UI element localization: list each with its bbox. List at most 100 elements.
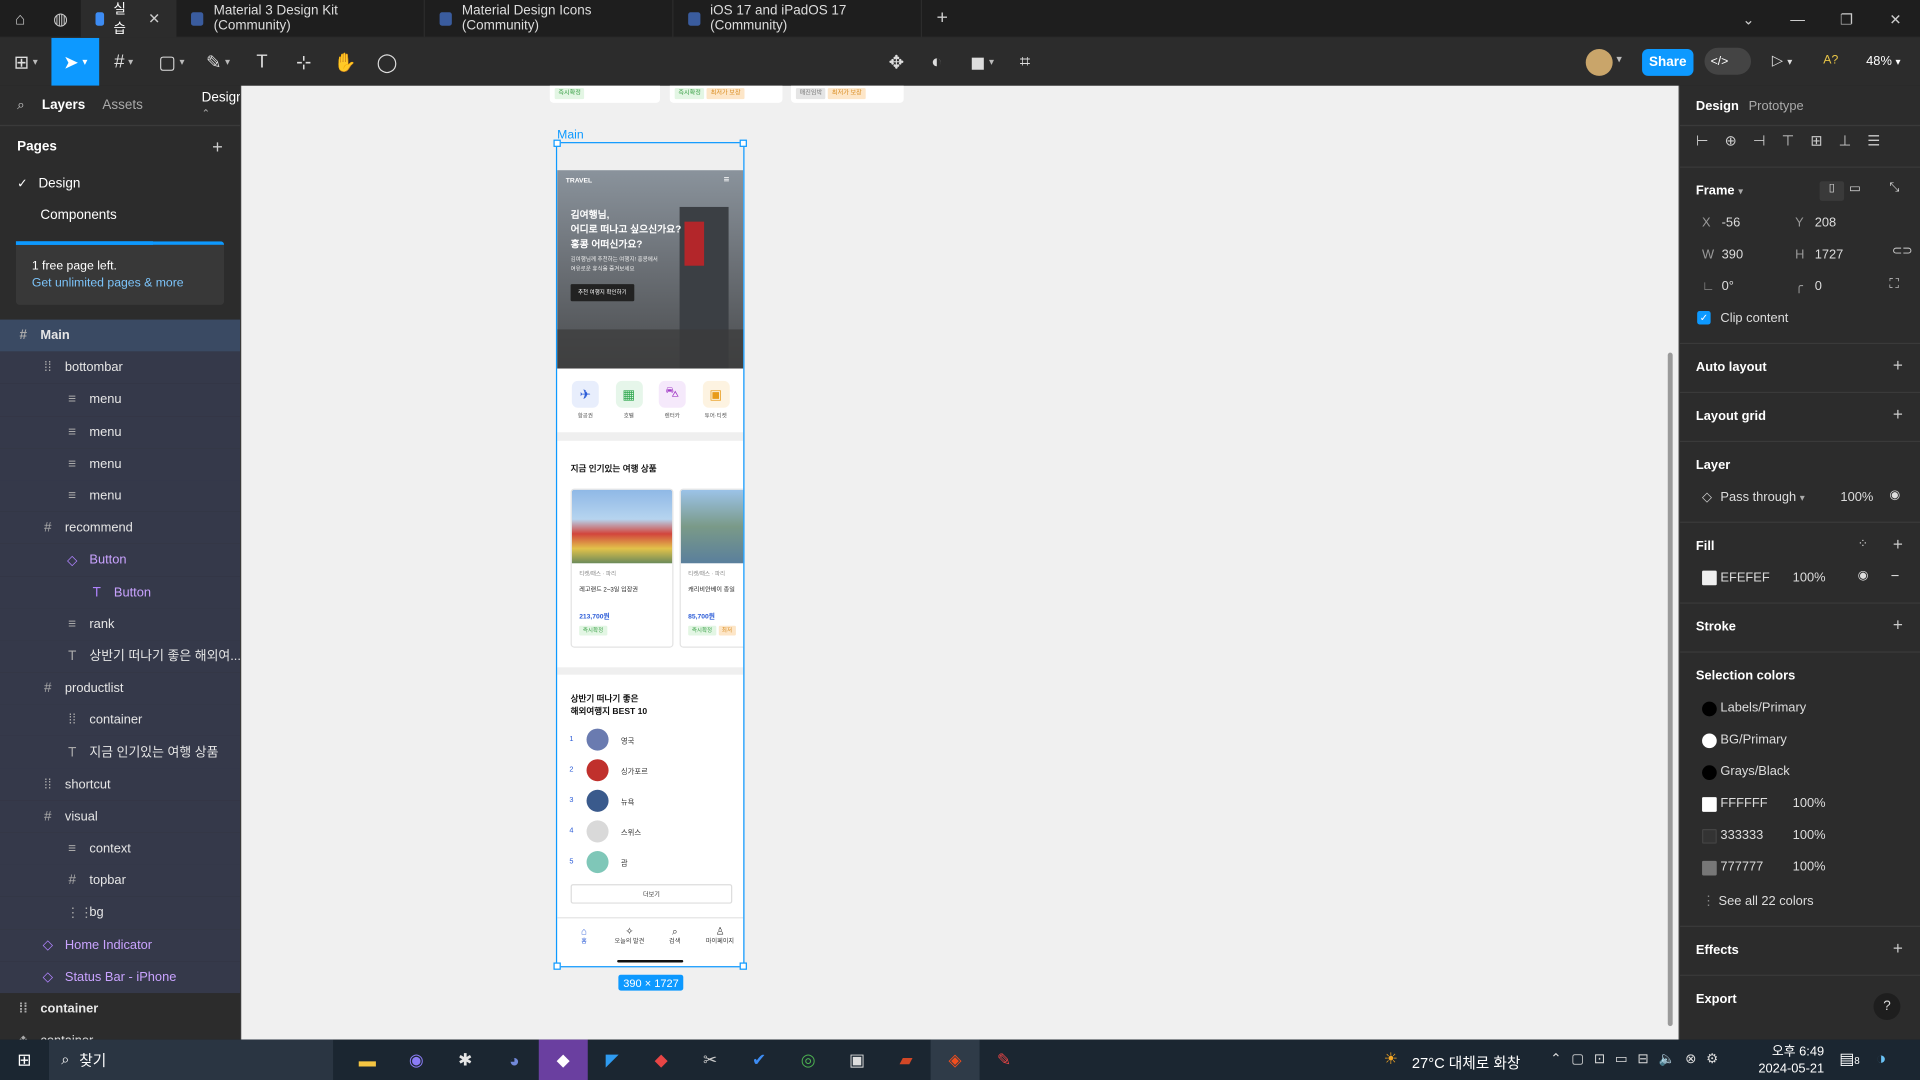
add-effect-plus-icon[interactable]: + [1893,938,1903,958]
slack-icon[interactable]: ✱ [441,1040,490,1080]
color-label[interactable]: 333333 [1720,828,1763,843]
color-swatch[interactable] [1702,797,1717,812]
tab-file[interactable]: Material Design Icons (Community) [425,0,674,38]
align-top-icon[interactable]: ⊤ [1782,132,1811,149]
frame-section-title[interactable]: Frame ▾ [1696,184,1743,199]
bottombar-menu[interactable]: ♙ 마이페이지 [698,926,742,946]
fill-swatch[interactable] [1702,570,1717,586]
chevron-down-icon[interactable]: ▾ [1616,53,1622,66]
restore-icon[interactable]: ❐ [1822,10,1871,27]
move-tool-icon[interactable]: ➤ ▾ [51,37,100,86]
product-card[interactable]: 티켓/패스 · 파리 캐리비안베이 종일 85,700원 즉시확정 최저 [679,488,744,648]
frame-tool-icon[interactable]: # ▾ [99,38,148,86]
layer-item[interactable]: ≡ rank [0,608,241,641]
taskbar-search[interactable]: ⌕ 찾기 [48,1039,334,1080]
component-icon[interactable]: ✥ [876,38,918,86]
ai-button[interactable]: A? [1823,54,1838,67]
avatar[interactable] [1585,48,1613,76]
corner-radius-field[interactable]: 0 [1815,279,1822,294]
color-opacity[interactable]: 100% [1793,796,1826,811]
rank-item[interactable]: 2 싱가포르 [569,759,648,782]
height-field[interactable]: 1727 [1815,247,1844,262]
layer-item[interactable]: # recommend [0,511,241,545]
color-swatch[interactable] [1702,828,1717,844]
rank-item[interactable]: 3 뉴욕 [569,789,634,812]
layer-item[interactable]: ≡ menu [0,479,241,512]
image-viewer-icon[interactable]: ▣ [833,1040,882,1080]
layer-item[interactable]: ≡ menu [0,415,241,448]
minimize-icon[interactable]: — [1773,10,1822,27]
notification-icon[interactable]: ▤8 [1839,1049,1860,1069]
align-center-v-icon[interactable]: ⊞ [1810,132,1838,149]
vscode-icon[interactable]: ◤ [588,1040,637,1080]
shortcut-flight-icon[interactable]: ✈ [571,380,599,408]
globe-icon[interactable]: ◍ [40,0,80,37]
shortcut-ticket-icon[interactable]: ▣ [702,380,730,408]
new-tab-plus-icon[interactable]: + [922,0,962,37]
bottombar-menu[interactable]: ⌕ 검색 [653,926,697,946]
text-tool-icon[interactable]: T [241,38,283,86]
clock[interactable]: 오후 6:49 2024-05-21 [1758,1043,1824,1077]
color-label[interactable]: Grays/Black [1720,764,1789,779]
layer-item[interactable]: ⁞⁞ bottombar [0,351,241,384]
layer-item[interactable]: ≡ context [0,832,241,865]
align-right-icon[interactable]: ⊣ [1753,132,1782,149]
layer-item[interactable]: ⁞⁞ container [0,993,240,1025]
bottombar-menu[interactable]: ⌂ 홈 [562,926,606,946]
layer-opacity[interactable]: 100% [1840,490,1873,505]
messenger-icon[interactable]: ◉ [392,1040,441,1080]
copilot-icon[interactable]: ◑ [1876,1048,1886,1068]
add-page-plus-icon[interactable]: + [212,137,223,158]
git-client-icon[interactable]: ◆ [637,1040,686,1080]
eye-icon[interactable]: ◉ [1889,489,1900,502]
powerpoint-icon[interactable]: ▰ [882,1040,931,1080]
layer-item[interactable]: ◇ Button [0,544,241,577]
layer-item[interactable]: # visual [0,800,241,833]
color-swatch[interactable] [1702,765,1717,781]
figma-icon[interactable]: ◈ [930,1039,980,1080]
portrait-icon[interactable]: ▯ [1819,181,1845,201]
layer-item[interactable]: T Button [0,576,241,609]
figma-menu-icon[interactable]: ⊞ ▾ [0,38,51,86]
constrain-proportions-icon[interactable]: ⊂⊃ [1892,245,1913,258]
layer-item[interactable]: ≡ menu [0,383,241,416]
y-field[interactable]: 208 [1815,216,1836,231]
todo-icon[interactable]: ✔ [735,1040,784,1080]
help-icon[interactable]: ? [1873,993,1901,1021]
layer-item[interactable]: ◇ Home Indicator [0,928,241,961]
tab-file[interactable]: iOS 17 and iPadOS 17 (Community) [673,0,923,38]
shortcut-hotel-icon[interactable]: ▦ [615,380,643,408]
layer-item[interactable]: # productlist [0,672,241,705]
file-explorer-icon[interactable]: ▬ [343,1040,392,1080]
hero-cta-button[interactable]: 추천 여행지 확인하기 [570,284,635,302]
mask-icon[interactable]: ◐ [916,38,958,86]
tray-icons[interactable]: ⌃▢⊡▭⊟🔈⊗⚙ [1550,1051,1728,1067]
close-icon[interactable]: ✕ [148,10,160,27]
color-opacity[interactable]: 100% [1793,828,1826,843]
layer-item[interactable]: T 상반기 떠나기 좋은 해외여... [0,640,241,673]
weather-text[interactable]: 27°C 대체로 화창 [1412,1052,1521,1073]
tab-assets[interactable]: Assets [102,98,142,113]
layer-item[interactable]: # Main [0,319,241,352]
layer-item[interactable]: ◇ Status Bar - iPhone [0,960,241,993]
color-opacity[interactable]: 100% [1793,860,1826,875]
boolean-icon[interactable]: ◼ ▾ [961,38,1003,86]
home-icon[interactable]: ⌂ [0,0,40,37]
rank-item[interactable]: 1 영국 [569,728,634,751]
see-all-colors[interactable]: ⋮ See all 22 colors [1702,894,1814,909]
x-field[interactable]: -56 [1722,216,1741,231]
landscape-icon[interactable]: ▭ [1849,182,1861,195]
style-grid-icon[interactable]: ⁘ [1858,538,1868,551]
resize-handle[interactable] [553,962,561,970]
rank-item[interactable]: 5괌 [569,851,628,874]
rank-item[interactable]: 4 스위스 [569,820,641,843]
menu-icon[interactable]: ≡ [724,174,730,185]
shortcut-car-icon[interactable]: ⛍ [658,380,686,408]
resize-handle[interactable] [739,962,747,970]
close-window-icon[interactable]: ✕ [1871,10,1920,27]
width-field[interactable]: 390 [1722,247,1743,262]
align-left-icon[interactable]: ⊢ [1696,132,1725,149]
app-icon[interactable]: ✎ [980,1040,1029,1080]
rotation-field[interactable]: 0° [1722,279,1734,294]
color-label[interactable]: FFFFFF [1720,796,1767,811]
